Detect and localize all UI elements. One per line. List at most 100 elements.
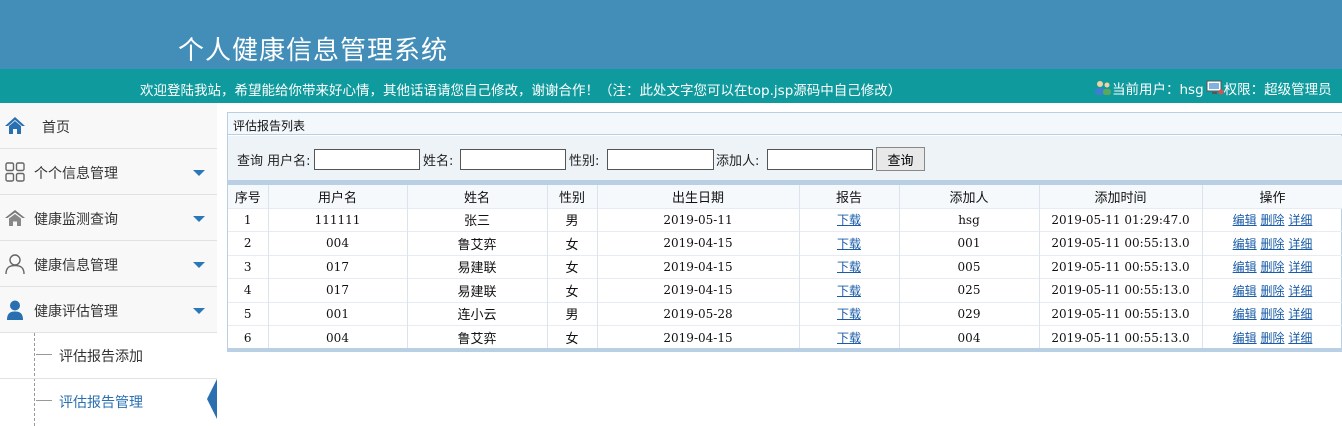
username-search-input[interactable] <box>314 149 420 170</box>
chevron-down-icon <box>193 216 205 222</box>
delete-link[interactable]: 删除 <box>1260 237 1284 251</box>
welcome-notice: 欢迎登陆我站，希望能给你带来好心情，其他话语请您自己修改，谢谢合作！（注：此处文… <box>140 83 902 99</box>
search-bar: 查询 用户名: 姓名: 性别: 添加人: 查询 <box>228 136 1342 180</box>
cell-report: 下载 <box>799 301 900 326</box>
cell-name: 连小云 <box>407 301 548 326</box>
delete-link[interactable]: 删除 <box>1260 284 1284 298</box>
edit-link[interactable]: 编辑 <box>1233 307 1257 321</box>
table-row: 5 001 连小云 男 2019-05-28 下载 029 2019-05-11… <box>228 301 1342 326</box>
sidebar-item-personal-info[interactable]: 个个信息管理 <box>0 149 217 195</box>
table-row: 2 004 鲁艾弈 女 2019-04-15 下载 001 2019-05-11… <box>228 231 1342 255</box>
cell-added-time: 2019-05-11 01:29:47.0 <box>1039 207 1203 232</box>
role-label: 权限：超级管理员 <box>1223 82 1332 98</box>
sidebar: 首页 个个信息管理 健康监测查询 健康信息管理 健康评估管理 评估报告添加 评估… <box>0 103 217 426</box>
search-button[interactable]: 查询 <box>876 147 925 171</box>
download-link[interactable]: 下载 <box>837 237 861 251</box>
cell-added-time: 2019-05-11 00:55:13.0 <box>1039 301 1203 326</box>
detail-link[interactable]: 详细 <box>1288 260 1312 274</box>
column-header: 出生日期 <box>597 185 800 208</box>
delete-link[interactable]: 删除 <box>1260 331 1284 345</box>
cell-birth: 2019-05-11 <box>597 207 800 232</box>
name-search-input[interactable] <box>460 149 566 170</box>
cell-actions: 编辑 删除 详细 <box>1202 207 1342 232</box>
cell-report: 下载 <box>799 231 900 255</box>
current-user-label: 当前用户：hsg <box>1112 82 1204 98</box>
adder-search-input[interactable] <box>767 149 873 170</box>
column-header: 添加时间 <box>1039 185 1203 208</box>
gender-search-input[interactable] <box>607 149 714 170</box>
sidebar-subitem-manage-report[interactable]: 评估报告管理 <box>0 379 217 423</box>
sidebar-item-health-assessment[interactable]: 健康评估管理 <box>0 287 217 333</box>
cell-report: 下载 <box>799 207 900 232</box>
report-list-panel: 评估报告列表 查询 用户名: 姓名: 性别: 添加人: 查询 序号 用户名 姓名… <box>227 112 1342 352</box>
cell-actions: 编辑 删除 详细 <box>1202 254 1342 279</box>
column-header: 报告 <box>799 185 900 208</box>
table-row: 1 111111 张三 男 2019-05-11 下载 hsg 2019-05-… <box>228 207 1342 232</box>
cell-no: 3 <box>228 254 269 279</box>
edit-link[interactable]: 编辑 <box>1233 260 1257 274</box>
detail-link[interactable]: 详细 <box>1288 237 1312 251</box>
cell-adder: hsg <box>899 207 1040 232</box>
cell-birth: 2019-04-15 <box>597 231 800 255</box>
cell-username: 001 <box>268 301 408 326</box>
edit-link[interactable]: 编辑 <box>1233 213 1257 227</box>
cell-report: 下载 <box>799 278 900 302</box>
table-header-row: 序号 用户名 姓名 性别 出生日期 报告 添加人 添加时间 操作 <box>228 185 1342 208</box>
cell-added-time: 2019-05-11 00:55:13.0 <box>1039 278 1203 302</box>
column-header: 序号 <box>228 185 269 208</box>
cell-actions: 编辑 删除 详细 <box>1202 231 1342 255</box>
cell-no: 6 <box>228 325 269 349</box>
download-link[interactable]: 下载 <box>837 260 861 274</box>
app-header: 个人健康信息管理系统 <box>0 0 1342 69</box>
detail-link[interactable]: 详细 <box>1288 307 1312 321</box>
home-icon <box>5 117 25 134</box>
cell-username: 004 <box>268 231 408 255</box>
cell-gender: 女 <box>547 254 598 279</box>
detail-link[interactable]: 详细 <box>1288 331 1312 345</box>
report-table: 序号 用户名 姓名 性别 出生日期 报告 添加人 添加时间 操作 1 11111… <box>228 185 1342 349</box>
column-header: 姓名 <box>407 185 548 208</box>
sidebar-item-home[interactable]: 首页 <box>0 103 217 149</box>
cell-added-time: 2019-05-11 00:55:13.0 <box>1039 231 1203 255</box>
cell-gender: 男 <box>547 207 598 232</box>
detail-link[interactable]: 详细 <box>1288 284 1312 298</box>
sidebar-item-health-monitor[interactable]: 健康监测查询 <box>0 195 217 241</box>
cell-adder: 029 <box>899 301 1040 326</box>
cell-added-time: 2019-05-11 00:55:13.0 <box>1039 254 1203 279</box>
column-header: 用户名 <box>268 185 408 208</box>
sidebar-item-label: 健康监测查询 <box>34 212 118 228</box>
users-icon <box>1095 81 1111 95</box>
edit-link[interactable]: 编辑 <box>1233 331 1257 345</box>
search-name-label: 姓名: <box>423 154 454 169</box>
user-outline-icon <box>5 254 25 275</box>
sidebar-subitem-add-report[interactable]: 评估报告添加 <box>0 333 217 377</box>
delete-link[interactable]: 删除 <box>1260 260 1284 274</box>
cell-report: 下载 <box>799 254 900 279</box>
user-solid-icon <box>7 300 23 320</box>
delete-link[interactable]: 删除 <box>1260 307 1284 321</box>
edit-link[interactable]: 编辑 <box>1233 284 1257 298</box>
cell-actions: 编辑 删除 详细 <box>1202 325 1342 349</box>
sidebar-item-label: 首页 <box>42 120 70 136</box>
column-header: 性别 <box>547 185 598 208</box>
sidebar-subitem-label: 评估报告添加 <box>59 349 143 365</box>
cell-birth: 2019-04-15 <box>597 278 800 302</box>
cell-adder: 025 <box>899 278 1040 302</box>
download-link[interactable]: 下载 <box>837 331 861 345</box>
download-link[interactable]: 下载 <box>837 307 861 321</box>
sidebar-item-health-info[interactable]: 健康信息管理 <box>0 241 217 287</box>
edit-link[interactable]: 编辑 <box>1233 237 1257 251</box>
download-link[interactable]: 下载 <box>837 213 861 227</box>
table-bottom-border <box>228 348 1342 352</box>
chevron-down-icon <box>193 262 205 268</box>
cell-name: 易建联 <box>407 278 548 302</box>
submenu-health-assessment: 评估报告添加 评估报告管理 <box>0 333 217 426</box>
detail-link[interactable]: 详细 <box>1288 213 1312 227</box>
cell-username: 017 <box>268 254 408 279</box>
cell-adder: 004 <box>899 325 1040 349</box>
cell-added-time: 2019-05-11 00:55:13.0 <box>1039 325 1203 349</box>
delete-link[interactable]: 删除 <box>1260 213 1284 227</box>
sidebar-item-label: 健康信息管理 <box>34 258 118 274</box>
column-header: 添加人 <box>899 185 1040 208</box>
download-link[interactable]: 下载 <box>837 284 861 298</box>
